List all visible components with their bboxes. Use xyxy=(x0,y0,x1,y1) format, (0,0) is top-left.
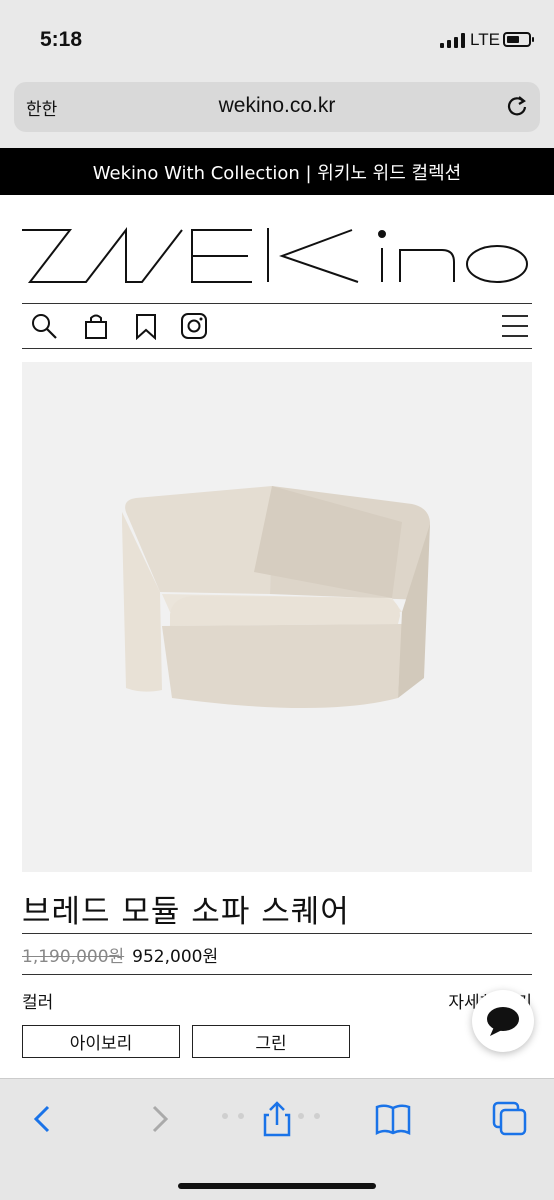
top-banner[interactable]: Wekino With Collection | 위키노 위드 컬렉션 xyxy=(0,148,554,195)
signal-icon xyxy=(440,32,465,48)
web-page: Wekino With Collection | 위키노 위드 컬렉션 브레드 … xyxy=(0,148,554,1078)
status-time: 5:18 xyxy=(40,28,83,51)
divider-title xyxy=(22,933,532,934)
option-green-button[interactable]: 그린 xyxy=(192,1025,350,1058)
bookmarks-icon[interactable] xyxy=(373,1099,413,1139)
divider-top xyxy=(22,303,532,304)
browser-toolbar xyxy=(0,1078,554,1200)
tabs-icon[interactable] xyxy=(490,1099,530,1139)
product-image[interactable] xyxy=(22,362,532,872)
back-icon[interactable] xyxy=(22,1099,62,1139)
reload-icon[interactable] xyxy=(504,94,530,120)
divider-bottom xyxy=(22,348,532,349)
page-dots-right xyxy=(298,1113,320,1119)
network-label: LTE xyxy=(470,30,500,49)
status-bar: 5:18 LTE xyxy=(0,0,554,80)
sale-price: 952,000원 xyxy=(132,947,219,967)
url-text[interactable]: wekino.co.kr xyxy=(14,94,540,118)
share-icon[interactable] xyxy=(257,1099,297,1139)
color-label: 컬러 xyxy=(22,993,54,1013)
shopping-bag-icon[interactable] xyxy=(82,312,110,340)
product-title: 브레드 모듈 소파 스퀘어 xyxy=(22,894,350,930)
forward-icon[interactable] xyxy=(140,1099,180,1139)
chat-bubble-icon xyxy=(487,1007,519,1036)
menu-icon[interactable] xyxy=(500,312,528,340)
page-dots xyxy=(222,1113,244,1119)
search-icon[interactable] xyxy=(30,312,58,340)
sofa-illustration xyxy=(122,486,430,708)
chat-button[interactable] xyxy=(472,990,534,1052)
bookmark-icon[interactable] xyxy=(132,312,160,340)
option-ivory-button[interactable]: 아이보리 xyxy=(22,1025,180,1058)
original-price: 1,190,000원 xyxy=(22,947,125,967)
instagram-icon[interactable] xyxy=(180,312,208,340)
nav-icon-bar xyxy=(22,306,532,346)
battery-icon xyxy=(503,32,534,47)
divider-price xyxy=(22,974,532,975)
wekino-logo[interactable] xyxy=(22,220,530,290)
price-row: 1,190,000원 952,000원 xyxy=(22,942,218,967)
address-bar[interactable]: 한한 wekino.co.kr xyxy=(14,82,540,132)
home-indicator[interactable] xyxy=(178,1183,376,1189)
